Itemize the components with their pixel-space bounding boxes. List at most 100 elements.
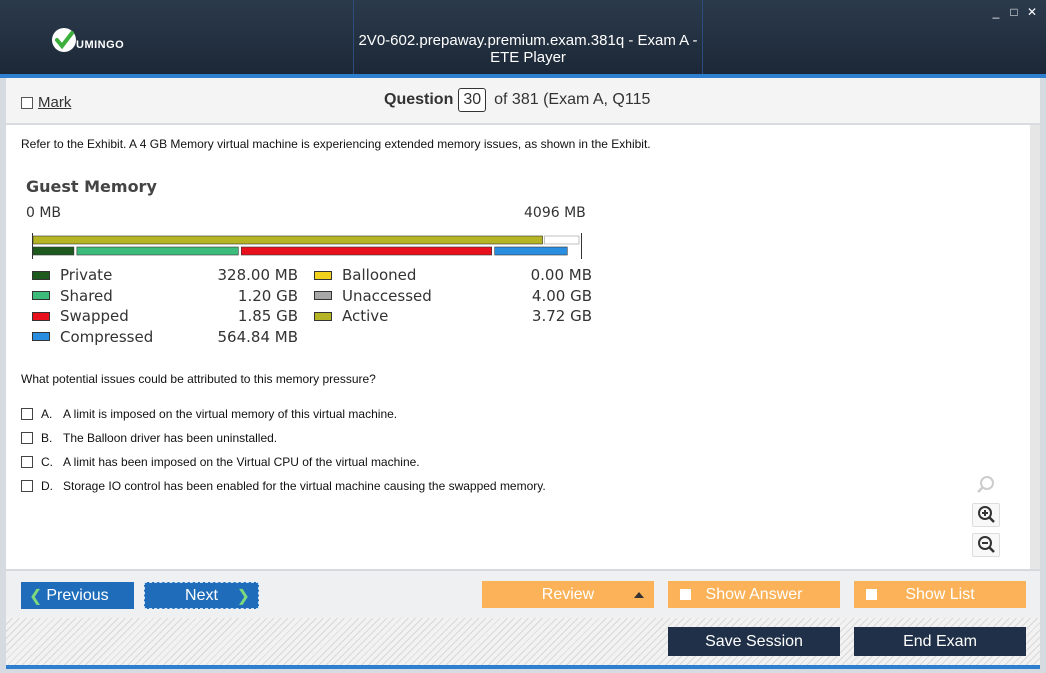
question-label: Question [384, 91, 454, 108]
legend-value: 564.84 MB [217, 327, 299, 346]
mark-checkbox[interactable]: Mark [21, 94, 71, 111]
show-list-label: Show List [905, 585, 975, 603]
bottom-accent-line [6, 665, 1040, 669]
legend-swatch [314, 311, 332, 321]
exhibit-title: Guest Memory [26, 177, 157, 196]
title-separator [702, 0, 703, 74]
legend-label: Active [342, 307, 389, 326]
legend-row: Private 328.00 MB [32, 265, 298, 286]
option-checkbox[interactable] [21, 480, 33, 492]
title-bar: UMINGO 2V0-602.prepaway.premium.exam.381… [0, 0, 1046, 78]
previous-label: Previous [46, 586, 109, 604]
window-controls: _ □ ✕ [990, 5, 1038, 19]
exhibit-max-label: 4096 MB [524, 205, 586, 221]
caret-up-icon [634, 591, 644, 598]
vertical-scrollbar[interactable] [1030, 125, 1040, 569]
bar-segment-shared [76, 246, 239, 256]
navigation-bar: ❮ Previous Next ❯ Review Show Answer Sho… [6, 570, 1040, 618]
next-label: Next [185, 586, 218, 604]
mark-label: Mark [38, 94, 72, 111]
legend-value: 328.00 MB [217, 266, 299, 285]
legend-value: 1.85 GB [237, 307, 298, 326]
legend-left: Private 328.00 MB Shared 1.20 GB Swapped 1.85… [32, 265, 298, 347]
chevron-left-icon: ❮ [29, 587, 43, 605]
legend-swatch [314, 291, 332, 301]
previous-button[interactable]: ❮ Previous [21, 582, 134, 609]
show-answer-checkbox[interactable] [680, 589, 691, 600]
legend-swatch [32, 291, 50, 301]
question-bar: Mark Question 30 of 381 (Exam A, Q115 [6, 78, 1040, 124]
legend-swatch [314, 270, 332, 280]
legend-row: Ballooned 0.00 MB [314, 265, 592, 286]
bar-segment-swapped [241, 246, 493, 256]
question-info: Question 30 of 381 (Exam A, Q115 [384, 88, 650, 112]
question-prompt: Refer to the Exhibit. A 4 GB Memory virt… [21, 137, 651, 151]
bar-unaccessed [544, 235, 580, 245]
legend-value: 4.00 GB [531, 286, 592, 305]
option-text: A limit has been imposed on the Virtual … [63, 455, 420, 469]
legend-value: 0.00 MB [530, 266, 592, 285]
legend-right: Ballooned 0.00 MB Unaccessed 4.00 GB Active 3… [314, 265, 592, 327]
legend-row: Active 3.72 GB [314, 306, 592, 327]
option-c[interactable]: C. A limit has been imposed on the Virtu… [21, 450, 546, 474]
exhibit-min-label: 0 MB [26, 205, 62, 221]
legend-label: Shared [60, 286, 113, 305]
show-list-checkbox[interactable] [866, 589, 877, 600]
zoom-controls [972, 473, 1000, 557]
legend-row: Compressed 564.84 MB [32, 327, 298, 348]
option-a[interactable]: A. A limit is imposed on the virtual mem… [21, 402, 546, 426]
next-button[interactable]: Next ❯ [144, 582, 259, 609]
option-checkbox[interactable] [21, 456, 33, 468]
end-exam-button[interactable]: End Exam [854, 627, 1026, 656]
option-letter: B. [41, 431, 53, 445]
legend-value: 1.20 GB [237, 286, 298, 305]
question-number-input[interactable]: 30 [458, 88, 487, 112]
memory-bar [32, 233, 582, 259]
option-checkbox[interactable] [21, 432, 33, 444]
close-icon[interactable]: ✕ [1026, 5, 1038, 19]
option-checkbox[interactable] [21, 408, 33, 420]
option-letter: C. [41, 455, 53, 469]
legend-swatch [32, 332, 50, 342]
legend-row: Unaccessed 4.00 GB [314, 286, 592, 307]
check-logo-icon [52, 28, 76, 52]
exhibit-guest-memory: Guest Memory 0 MB 4096 MB Private 328.00 … [24, 177, 604, 357]
legend-label: Unaccessed [342, 286, 432, 305]
logo-text: UMINGO [76, 39, 125, 51]
option-text: The Balloon driver has been uninstalled. [63, 431, 278, 445]
legend-row: Swapped 1.85 GB [32, 306, 298, 327]
footer-bar: Save Session End Exam [6, 618, 1040, 666]
zoom-out-icon[interactable] [972, 533, 1000, 557]
option-b[interactable]: B. The Balloon driver has been uninstall… [21, 426, 546, 450]
minimize-icon[interactable]: _ [990, 5, 1002, 19]
maximize-icon[interactable]: □ [1008, 5, 1020, 19]
legend-row: Shared 1.20 GB [32, 286, 298, 307]
show-answer-button[interactable]: Show Answer [668, 581, 840, 608]
option-letter: D. [41, 479, 53, 493]
legend-swatch [32, 311, 50, 321]
legend-label: Ballooned [342, 266, 417, 285]
review-button[interactable]: Review [482, 581, 654, 608]
question-count: of 381 (Exam A, Q115 [494, 91, 651, 108]
legend-label: Private [60, 266, 113, 285]
zoom-in-icon[interactable] [972, 503, 1000, 527]
search-icon[interactable] [972, 473, 1000, 497]
option-text: Storage IO control has been enabled for … [63, 479, 546, 493]
show-list-button[interactable]: Show List [854, 581, 1026, 608]
show-answer-label: Show Answer [705, 585, 803, 603]
checkbox-icon[interactable] [21, 96, 33, 109]
question-content: Refer to the Exhibit. A 4 GB Memory virt… [6, 125, 1040, 569]
legend-label: Compressed [60, 327, 154, 346]
bar-active [32, 235, 543, 245]
chevron-right-icon: ❯ [236, 587, 250, 605]
save-session-button[interactable]: Save Session [668, 627, 840, 656]
legend-swatch [32, 270, 50, 280]
option-letter: A. [41, 407, 53, 421]
window-title: 2V0-602.prepaway.premium.exam.381q - Exa… [358, 32, 698, 66]
bar-segment-compressed [494, 246, 568, 256]
bar-segment-private [32, 246, 75, 256]
option-d[interactable]: D. Storage IO control has been enabled f… [21, 474, 546, 498]
legend-value: 3.72 GB [531, 307, 592, 326]
option-text: A limit is imposed on the virtual memory… [63, 407, 398, 421]
legend-label: Swapped [60, 307, 129, 326]
